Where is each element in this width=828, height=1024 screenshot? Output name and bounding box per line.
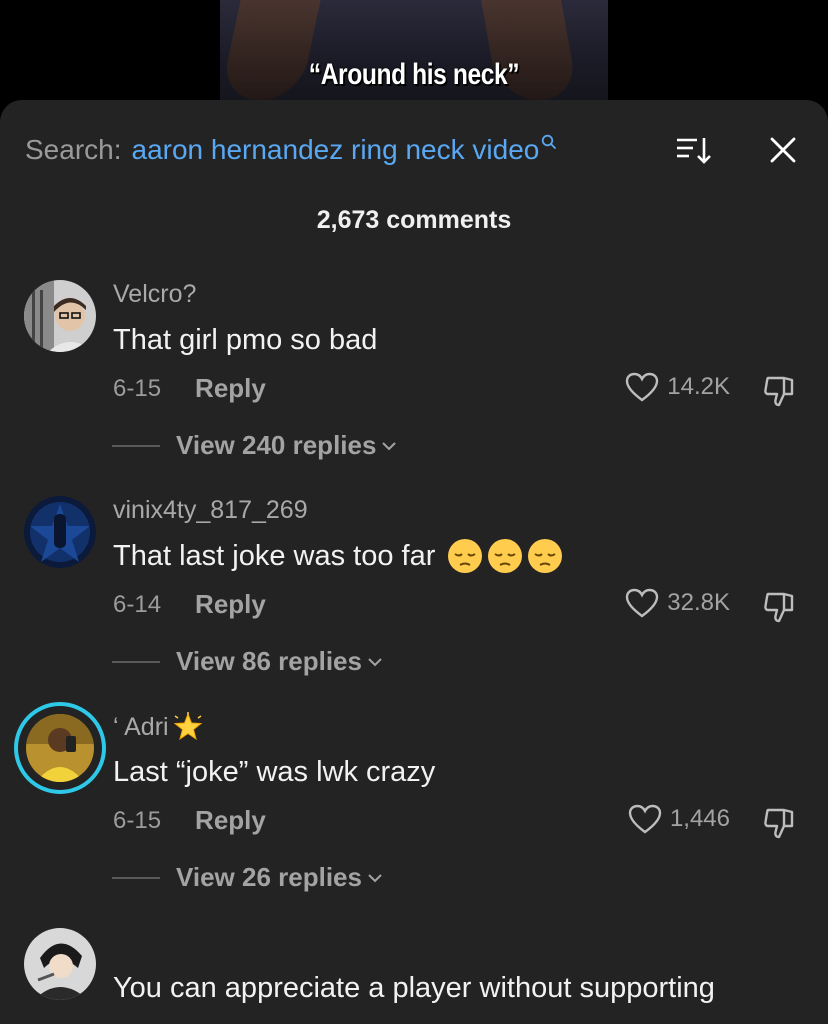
heart-icon xyxy=(628,804,662,834)
comment-count: 2,673 comments xyxy=(316,206,512,234)
dislike-icon[interactable] xyxy=(762,804,798,840)
comment-text: That last joke was too far xyxy=(113,538,563,574)
search-bar[interactable]: Search: aaron hernandez ring neck video xyxy=(25,130,803,170)
chevron-down-icon xyxy=(382,441,397,450)
video-preview[interactable]: “Around his neck” xyxy=(220,0,608,100)
heart-icon xyxy=(626,372,659,402)
dislike-icon[interactable] xyxy=(762,588,798,624)
comment-meta: 6-15 Reply xyxy=(113,373,266,404)
view-replies-label: View 26 replies xyxy=(176,862,362,892)
like-count: 32.8K xyxy=(667,589,730,616)
view-replies-button[interactable]: View 26 replies xyxy=(112,862,384,893)
comment-username[interactable]: ‘ Adri xyxy=(113,712,203,742)
search-query-link[interactable]: aaron hernandez ring neck video xyxy=(132,134,540,166)
avatar[interactable] xyxy=(24,496,96,568)
reply-button[interactable]: Reply xyxy=(195,805,266,836)
pensive-emoji xyxy=(448,539,483,573)
avatar[interactable] xyxy=(24,928,96,1000)
view-replies-button[interactable]: View 86 replies xyxy=(112,646,384,677)
close-icon[interactable] xyxy=(763,132,803,168)
glowing-star-emoji xyxy=(173,712,202,741)
video-caption: “Around his neck” xyxy=(308,58,520,91)
comment-text: That girl pmo so bad xyxy=(113,324,378,356)
comment-username[interactable]: Velcro? xyxy=(113,280,196,309)
chevron-down-icon xyxy=(368,657,382,666)
like-count: 14.2K xyxy=(667,373,730,400)
comments-sheet: Search: aaron hernandez ring neck video … xyxy=(0,100,828,1024)
view-replies-button[interactable]: View 240 replies xyxy=(112,430,398,461)
comment-text-body: That last joke was too far xyxy=(113,539,436,572)
view-replies-label: View 240 replies xyxy=(176,430,377,460)
like-button[interactable]: 1,446 xyxy=(628,804,730,834)
comment-username[interactable]: vinix4ty_817_269 xyxy=(113,496,308,525)
chevron-down-icon xyxy=(368,873,382,882)
comment-text: Last “joke” was lwk crazy xyxy=(113,756,436,788)
like-button[interactable]: 32.8K xyxy=(625,588,730,618)
comment-date: 6-14 xyxy=(113,590,162,618)
comment-meta: 6-14 Reply xyxy=(113,589,266,620)
reply-button[interactable]: Reply xyxy=(195,589,266,620)
comment-date: 6-15 xyxy=(113,806,162,834)
avatar[interactable] xyxy=(26,714,94,782)
comment-date: 6-15 xyxy=(113,374,162,402)
like-count: 1,446 xyxy=(669,805,730,832)
avatar[interactable] xyxy=(24,280,96,352)
comment-username-text: ‘ Adri xyxy=(113,712,169,741)
heart-icon xyxy=(626,588,659,618)
view-replies-label: View 86 replies xyxy=(176,646,362,676)
search-prefix: Search: xyxy=(25,134,122,165)
comment-text: You can appreciate a player without supp… xyxy=(113,972,715,1004)
like-button[interactable]: 14.2K xyxy=(625,372,730,402)
sort-icon[interactable] xyxy=(673,132,713,168)
divider xyxy=(112,660,160,663)
comment-meta: 6-15 Reply xyxy=(113,805,266,836)
pensive-emoji xyxy=(528,539,563,573)
dislike-icon[interactable] xyxy=(762,372,798,408)
reply-button[interactable]: Reply xyxy=(195,373,266,404)
divider xyxy=(112,444,160,447)
search-icon xyxy=(542,134,557,149)
pensive-emoji xyxy=(488,539,523,573)
divider xyxy=(112,876,160,879)
